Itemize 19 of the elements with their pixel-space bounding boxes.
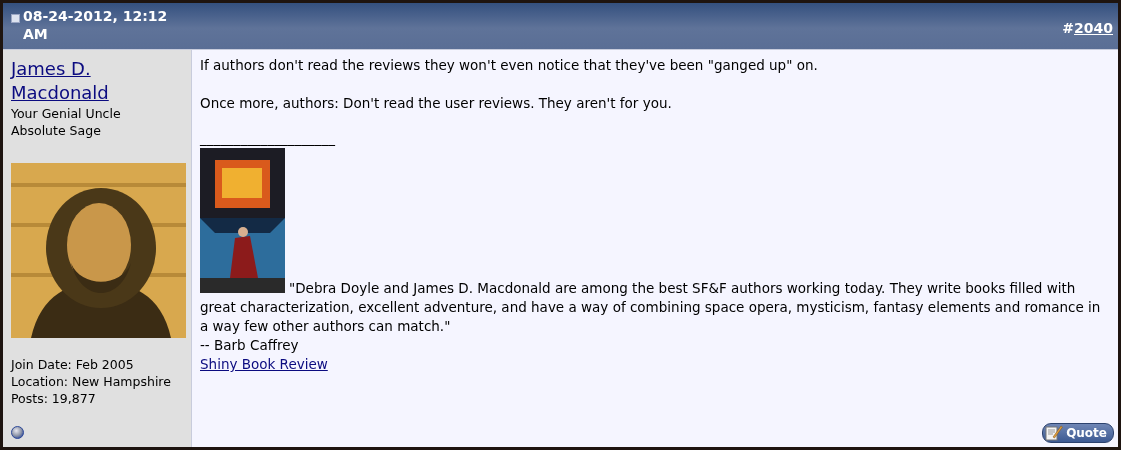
message-text: If authors don't read the reviews they won't even notice that they've been "ganged up" on. — [200, 56, 819, 75]
username-link[interactable]: James D. Macdonald — [11, 57, 183, 105]
user-detail: Posts: 19,877 — [11, 390, 97, 407]
signature-quote: "Debra Doyle and James D. Macdonald are among the best SF&F authors working today. They write books filled with great characterization, excellent adventure, and have a way of combining space opera, mysticism, fantasy elements and romance in a way few other authors can match." — [200, 280, 1101, 334]
user-detail: Location: New Hampshire — [11, 373, 172, 390]
document-pen-icon — [1045, 425, 1064, 441]
signature-rule: ____________________ — [200, 129, 335, 148]
message-text: Once more, authors: Don't read the user reviews. They aren't for you. — [200, 94, 673, 113]
post-icon — [11, 14, 20, 23]
post-date: 08-24-2012, 12:12 AM — [23, 7, 169, 43]
post-number-link[interactable]: 2040 — [1074, 20, 1113, 36]
quote-button[interactable]: Quote — [1042, 423, 1114, 443]
post-number-prefix: # — [1062, 20, 1075, 36]
status-icon — [11, 426, 24, 439]
user-title: Your Genial Uncle — [11, 105, 122, 122]
user-detail: Join Date: Feb 2005 — [11, 356, 135, 373]
review-link[interactable]: Shiny Book Review — [200, 356, 328, 372]
quote-attribution: -- Barb Caffrey — [200, 337, 299, 353]
user-rank: Absolute Sage — [11, 122, 102, 139]
